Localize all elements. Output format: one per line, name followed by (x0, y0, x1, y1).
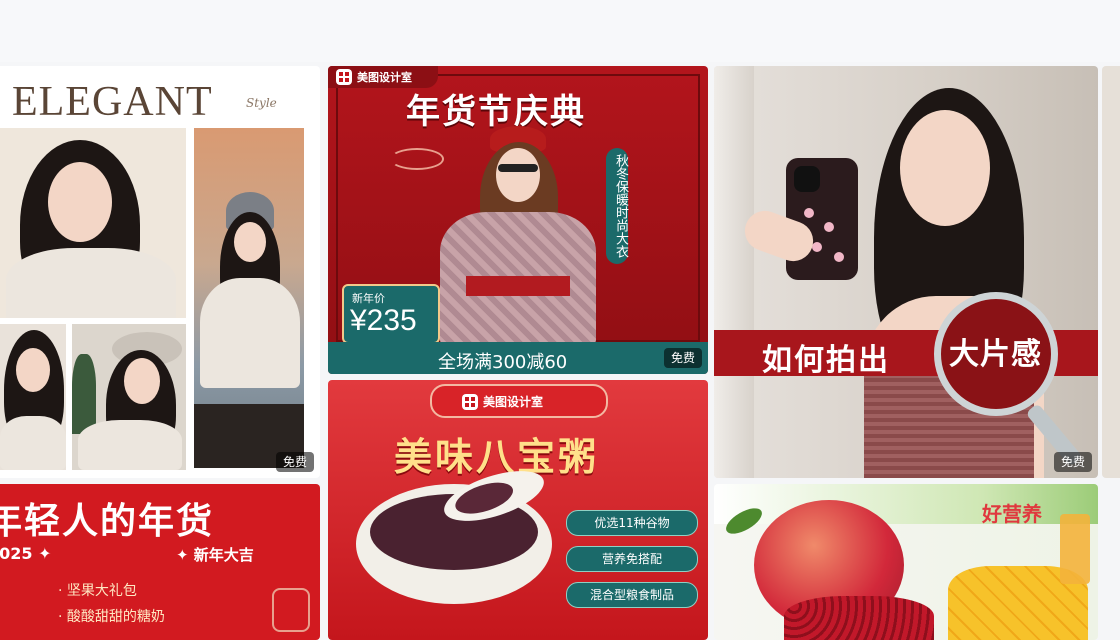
elegant-photo-4 (72, 324, 186, 470)
pomegranate-seeds (784, 596, 934, 640)
meitu-logo-icon (336, 69, 352, 85)
free-badge: 免费 (275, 452, 314, 472)
template-card-edge[interactable] (1102, 66, 1120, 478)
promo-text: 全场满300减60 (438, 352, 568, 373)
seal-stamp (272, 588, 310, 632)
headline-text: 如何拍出 (762, 343, 890, 378)
porridge-title: 美味八宝粥 (394, 435, 600, 479)
year-text: 2025 ✦ (0, 544, 52, 563)
brand-name: 美图设计室 (483, 395, 544, 409)
top-bar (0, 0, 1120, 62)
model-photo (432, 124, 602, 344)
promo-bar: 全场满300减60 (328, 342, 708, 374)
elegant-photo-1 (0, 128, 186, 318)
template-card-young-newyear[interactable]: 年轻人的年货 2025 ✦ ✦ 新年大吉 · 坚果大礼包 · 酸酸甜甜的糖奶 (0, 484, 320, 640)
juice-glass (1060, 514, 1090, 584)
magnifier-circle: 大片感 (934, 292, 1058, 416)
price-box: 新年价 ¥235 (342, 284, 440, 344)
free-badge: 免费 (663, 348, 702, 368)
template-card-newyear-festival[interactable]: 美图设计室 年货节庆典 秋冬保暖时尚大衣 新年价 ¥235 全场满300减60 … (328, 66, 708, 374)
price-value: ¥235 (350, 304, 417, 337)
elegant-photo-3 (0, 324, 66, 470)
list-item-2: · 酸酸甜甜的糖奶 (58, 609, 165, 625)
brand-pill: 美图设计室 (430, 384, 608, 418)
brand-tag: 美图设计室 (336, 69, 412, 85)
template-card-selfie[interactable]: 如何拍出 大片感 免费 (714, 66, 1098, 478)
magnifier-text: 大片感 (949, 337, 1042, 372)
brand-name: 美图设计室 (357, 71, 412, 84)
young-title: 年轻人的年货 (0, 501, 215, 542)
free-badge: 免费 (1053, 452, 1092, 472)
vertical-text: 秋冬保暖时尚大衣 (606, 148, 628, 264)
slogan-text: ✦ 新年大吉 (176, 546, 254, 564)
template-card-porridge[interactable]: 美图设计室 美味八宝粥 优选11种谷物 营养免搭配 混合型粮食制品 (328, 380, 708, 640)
tag-2: 营养免搭配 (566, 546, 698, 572)
meitu-logo-icon (462, 393, 478, 410)
phone-case (786, 158, 858, 280)
elegant-title: ELEGANT (12, 79, 213, 125)
template-card-elegant[interactable]: ELEGANT Style 免费 (0, 66, 320, 478)
template-card-fruit[interactable]: 好营养 (714, 484, 1098, 640)
fruit-title: 好营养 (982, 502, 1042, 526)
elegant-script: Style (246, 96, 277, 110)
tag-1: 优选11种谷物 (566, 510, 698, 536)
tag-3: 混合型粮食制品 (566, 582, 698, 608)
curtain (714, 66, 754, 478)
list-item-1: · 坚果大礼包 (58, 583, 137, 599)
elegant-photo-2 (194, 128, 304, 468)
